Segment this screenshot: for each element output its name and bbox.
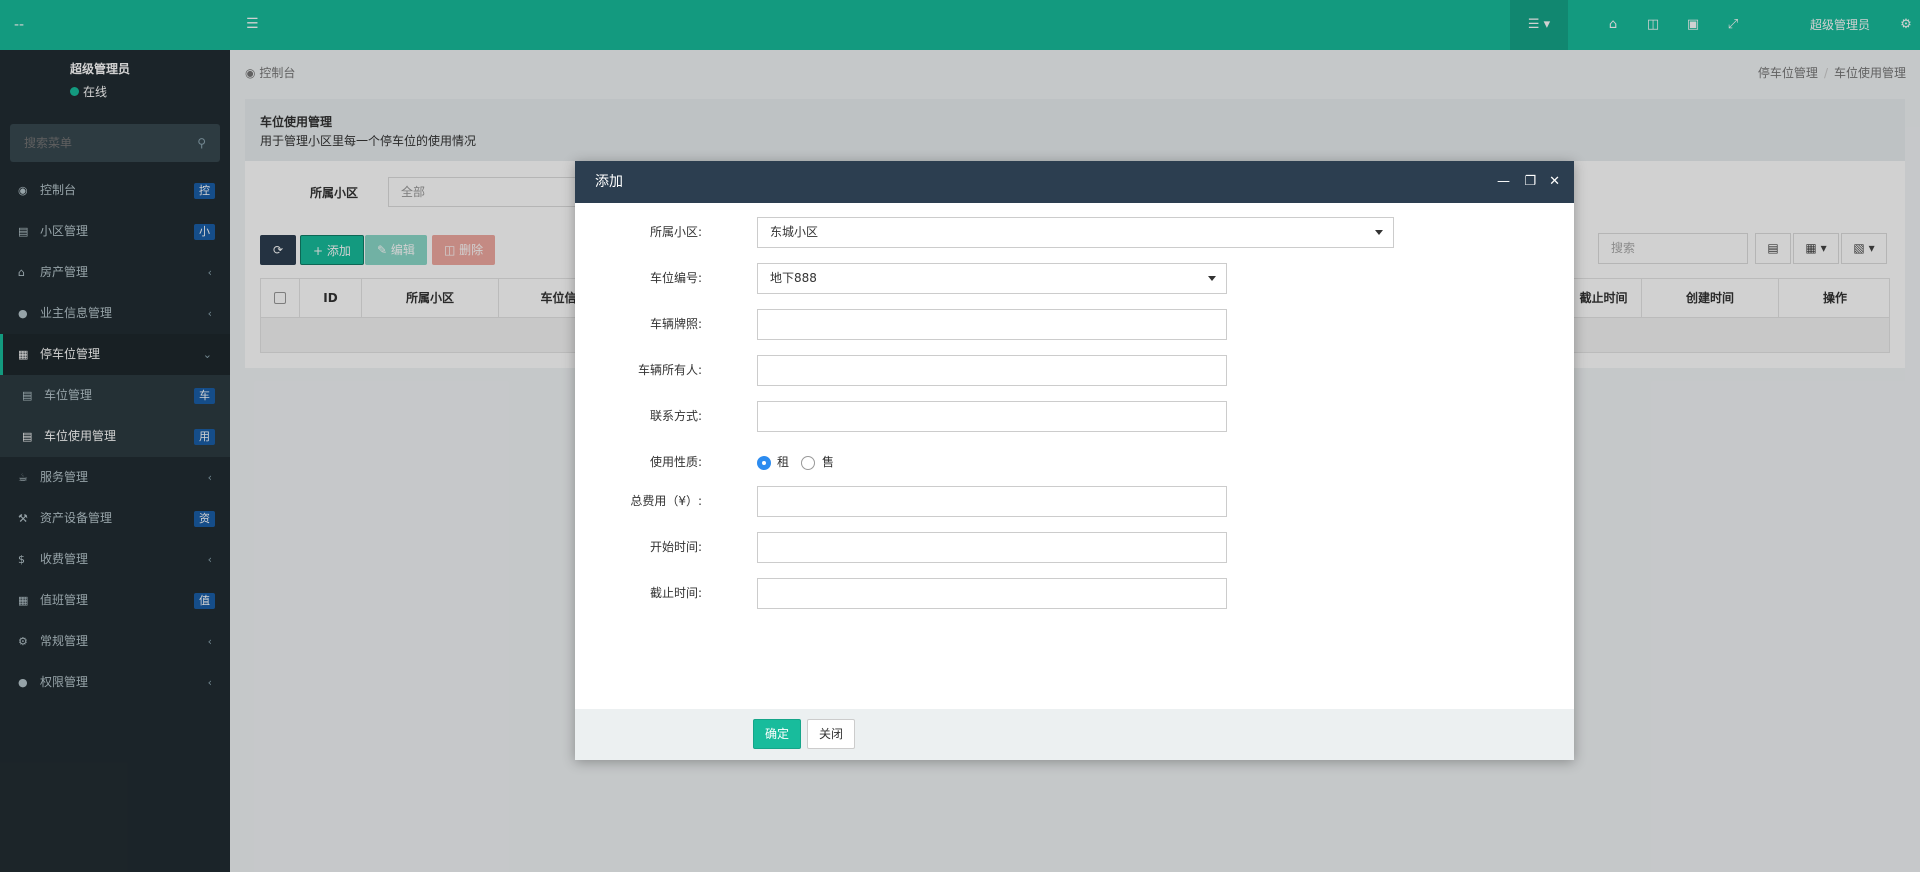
form-row-owner: 车辆所有人: bbox=[575, 355, 1574, 386]
form-row-plate: 车辆牌照: bbox=[575, 309, 1574, 340]
community-value: 东城小区 bbox=[770, 225, 819, 239]
owner-input[interactable] bbox=[757, 355, 1227, 386]
rent-radio-label[interactable]: 租 bbox=[777, 447, 789, 478]
end-time-label: 截止时间: bbox=[649, 586, 702, 600]
space-label: 车位编号: bbox=[649, 271, 702, 285]
minimize-icon[interactable]: — bbox=[1497, 161, 1510, 203]
form-row-space: 车位编号: 地下888 bbox=[575, 263, 1574, 294]
rent-radio[interactable] bbox=[757, 456, 771, 470]
dialog-footer: 确定 关闭 bbox=[575, 709, 1574, 760]
space-select[interactable]: 地下888 bbox=[757, 263, 1227, 294]
maximize-icon[interactable]: ❐ bbox=[1524, 161, 1536, 203]
community-select[interactable]: 东城小区 bbox=[757, 217, 1394, 248]
fee-label: 总费用（¥）: bbox=[630, 494, 702, 508]
form-row-fee: 总费用（¥）: bbox=[575, 486, 1574, 517]
community-label: 所属小区: bbox=[649, 225, 702, 239]
usage-label: 使用性质: bbox=[649, 455, 702, 469]
close-icon[interactable]: ✕ bbox=[1549, 161, 1560, 203]
start-time-input[interactable] bbox=[757, 532, 1227, 563]
caret-down-icon bbox=[1208, 276, 1216, 281]
owner-label: 车辆所有人: bbox=[637, 363, 702, 377]
caret-down-icon bbox=[1375, 230, 1383, 235]
form-row-community: 所属小区: 东城小区 bbox=[575, 217, 1574, 248]
dialog-header: 添加 — ❐ ✕ bbox=[575, 161, 1574, 203]
add-dialog: 添加 — ❐ ✕ 所属小区: 东城小区 车位编号: 地下888 车辆牌照: 车辆… bbox=[575, 161, 1574, 760]
contact-label: 联系方式: bbox=[649, 409, 702, 423]
start-time-label: 开始时间: bbox=[649, 540, 702, 554]
contact-input[interactable] bbox=[757, 401, 1227, 432]
form-row-start: 开始时间: bbox=[575, 532, 1574, 563]
end-time-input[interactable] bbox=[757, 578, 1227, 609]
fee-input[interactable] bbox=[757, 486, 1227, 517]
form-row-end: 截止时间: bbox=[575, 578, 1574, 609]
plate-label: 车辆牌照: bbox=[649, 317, 702, 331]
dialog-title: 添加 bbox=[595, 174, 623, 190]
close-button[interactable]: 关闭 bbox=[807, 719, 856, 749]
form-row-usage: 使用性质: 租 售 bbox=[575, 447, 1574, 478]
sell-radio[interactable] bbox=[801, 456, 815, 470]
sell-radio-label[interactable]: 售 bbox=[822, 447, 834, 478]
space-value: 地下888 bbox=[770, 271, 817, 285]
confirm-button[interactable]: 确定 bbox=[753, 719, 802, 749]
form-row-contact: 联系方式: bbox=[575, 401, 1574, 432]
plate-input[interactable] bbox=[757, 309, 1227, 340]
